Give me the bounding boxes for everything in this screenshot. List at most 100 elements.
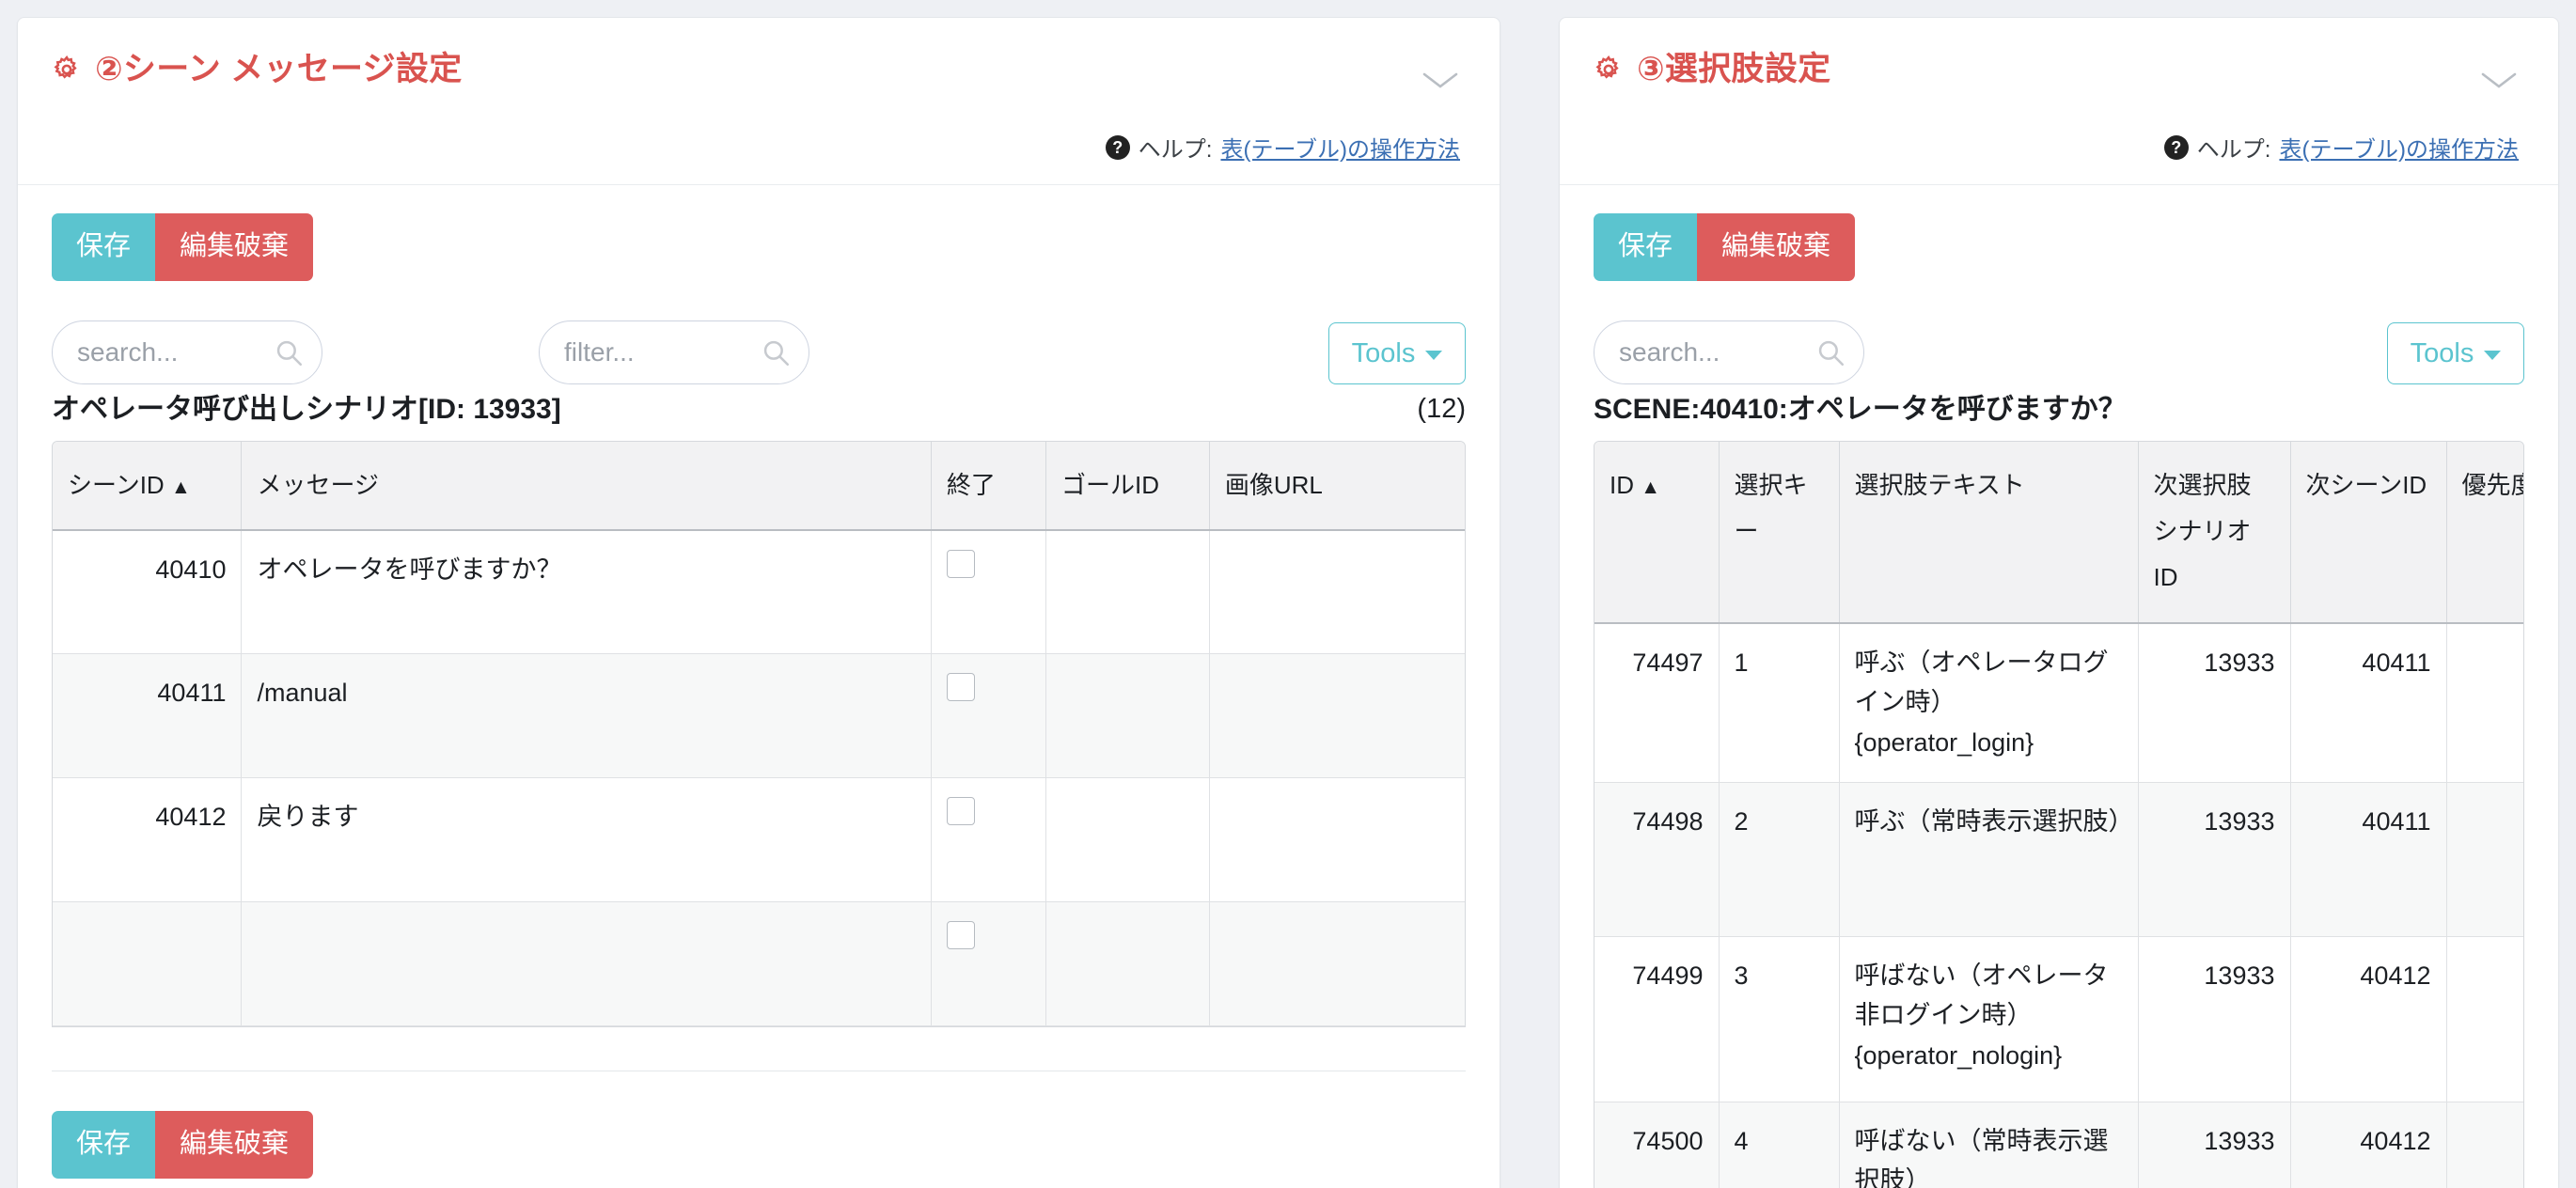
end-checkbox[interactable]	[946, 921, 975, 950]
cell-next-scene-id[interactable]: 40411	[2290, 622, 2447, 783]
cell-choice-key[interactable]: 1	[1719, 622, 1840, 783]
column-header-message[interactable]: メッセージ	[241, 441, 932, 531]
column-header-end[interactable]: 終了	[931, 441, 1047, 531]
table-row[interactable]: 40412 戻ります	[53, 777, 1465, 903]
cell-priority[interactable]: 0	[2446, 622, 2523, 783]
table-row[interactable]: 40410 オペレータを呼びますか？	[53, 529, 1465, 655]
search-icon	[760, 336, 792, 368]
search-placeholder: search...	[1619, 337, 1720, 367]
table-row[interactable]: 74498 2 呼ぶ（常時表示選択肢） 13933 40411 0	[1594, 782, 2523, 937]
cell-end[interactable]	[931, 653, 1047, 779]
table-row[interactable]: 74499 3 呼ばない（オペレータ非ログイン時）{operator_nolog…	[1594, 936, 2523, 1102]
cell-id[interactable]: 74498	[1594, 782, 1720, 937]
tools-label: Tools	[1351, 337, 1416, 368]
cell-message[interactable]	[241, 901, 932, 1027]
cell-image-url[interactable]	[1209, 777, 1465, 903]
cell-choice-text[interactable]: 呼ばない（常時表示選択肢）	[1839, 1102, 2139, 1188]
right-table-caption-text: SCENE:40410:オペレータを呼びますか？	[1594, 394, 2127, 425]
discard-button[interactable]: 編集破棄	[1697, 213, 1856, 281]
cell-end[interactable]	[931, 777, 1047, 903]
cell-goal-id[interactable]	[1045, 777, 1210, 903]
cell-image-url[interactable]	[1209, 901, 1465, 1027]
cell-priority[interactable]: 0	[2446, 1102, 2523, 1188]
end-checkbox[interactable]	[946, 673, 975, 702]
cell-id[interactable]: 74497	[1594, 622, 1720, 783]
cell-message[interactable]: オペレータを呼びますか？	[241, 529, 932, 655]
page-title: ③選択肢設定	[1637, 51, 1831, 87]
cell-scene-id[interactable]: 40410	[53, 529, 243, 655]
column-header-next-scene-id[interactable]: 次シーンID	[2290, 441, 2447, 624]
tools-button[interactable]: Tools	[1328, 322, 1466, 384]
chevron-down-icon[interactable]	[1419, 67, 1462, 93]
column-label-line2: シナリオID	[2153, 516, 2252, 592]
filter-input[interactable]: filter...	[539, 320, 809, 384]
save-button[interactable]: 保存	[52, 213, 156, 281]
cell-next-scenario-id[interactable]: 13933	[2138, 782, 2291, 937]
table-header-row: シーンID ▲ メッセージ 終了 ゴールID 画像URL	[53, 441, 1465, 531]
table-row[interactable]	[53, 901, 1465, 1027]
right-panel-body: 保存 編集破棄 search... Tools SCENE:40410:オペレー…	[1560, 185, 2558, 1188]
cell-priority[interactable]: 0	[2446, 782, 2523, 937]
cell-next-scene-id[interactable]: 40412	[2290, 1102, 2447, 1188]
tools-button[interactable]: Tools	[2387, 322, 2524, 384]
column-header-goal-id[interactable]: ゴールID	[1045, 441, 1210, 531]
cell-choice-text[interactable]: 呼ぶ（常時表示選択肢）	[1839, 782, 2139, 937]
cell-scene-id[interactable]: 40411	[53, 653, 243, 779]
left-top-action-group: 保存 編集破棄	[52, 213, 314, 281]
cell-goal-id[interactable]	[1045, 901, 1210, 1027]
help-link[interactable]: 表(テーブル)の操作方法	[1220, 131, 1460, 164]
discard-button[interactable]: 編集破棄	[155, 213, 314, 281]
column-label: ID	[1610, 470, 1634, 499]
cell-next-scene-id[interactable]: 40412	[2290, 936, 2447, 1102]
save-button-bottom[interactable]: 保存	[52, 1111, 156, 1180]
column-header-image-url[interactable]: 画像URL	[1209, 441, 1465, 531]
cell-image-url[interactable]	[1209, 653, 1465, 779]
table-row[interactable]: 74497 1 呼ぶ（オペレータログイン時）{operator_login} 1…	[1594, 622, 2523, 783]
cell-end[interactable]	[931, 529, 1047, 655]
column-header-id[interactable]: ID ▲	[1594, 441, 1720, 624]
cell-image-url[interactable]	[1209, 529, 1465, 655]
cell-next-scenario-id[interactable]: 13933	[2138, 622, 2291, 783]
search-icon	[273, 336, 305, 368]
cell-priority[interactable]: 0	[2446, 936, 2523, 1102]
page-root: ②シーン メッセージ設定 ? ヘルプ: 表(テーブル)の操作方法 保存 編集破棄	[0, 0, 2576, 1188]
help-link[interactable]: 表(テーブル)の操作方法	[2279, 131, 2519, 164]
chevron-down-icon	[2484, 351, 2502, 360]
cell-id[interactable]: 74499	[1594, 936, 1720, 1102]
cell-scene-id[interactable]	[53, 901, 243, 1027]
table-header-row: ID ▲ 選択キー 選択肢テキスト 次選択肢 シナリオID 次シーンID 優先	[1594, 441, 2523, 624]
cell-choice-text[interactable]: 呼ばない（オペレータ非ログイン時）{operator_nologin}	[1839, 936, 2139, 1102]
save-button[interactable]: 保存	[1594, 213, 1698, 281]
cell-scene-id[interactable]: 40412	[53, 777, 243, 903]
discard-button-bottom[interactable]: 編集破棄	[155, 1111, 314, 1180]
choice-settings-panel: ③選択肢設定 ? ヘルプ: 表(テーブル)の操作方法 保存 編集破棄 searc…	[1559, 17, 2559, 1188]
column-header-choice-text[interactable]: 選択肢テキスト	[1839, 441, 2139, 624]
left-panel-title-row: ②シーン メッセージ設定	[52, 50, 1462, 89]
scene-message-settings-panel: ②シーン メッセージ設定 ? ヘルプ: 表(テーブル)の操作方法 保存 編集破棄	[17, 17, 1500, 1188]
cell-next-scenario-id[interactable]: 13933	[2138, 1102, 2291, 1188]
cell-choice-key[interactable]: 3	[1719, 936, 1840, 1102]
cell-end[interactable]	[931, 901, 1047, 1027]
chevron-down-icon[interactable]	[2477, 67, 2521, 93]
column-header-next-scenario-id[interactable]: 次選択肢 シナリオID	[2138, 441, 2291, 624]
cell-next-scenario-id[interactable]: 13933	[2138, 936, 2291, 1102]
cell-goal-id[interactable]	[1045, 653, 1210, 779]
right-controls-row: search... Tools	[1594, 320, 2524, 390]
end-checkbox[interactable]	[946, 549, 975, 578]
column-header-scene-id[interactable]: シーンID ▲	[53, 441, 243, 531]
cell-message[interactable]: /manual	[241, 653, 932, 779]
search-input[interactable]: search...	[52, 320, 322, 384]
cell-next-scene-id[interactable]: 40411	[2290, 782, 2447, 937]
search-input[interactable]: search...	[1594, 320, 1864, 384]
column-header-choice-key[interactable]: 選択キー	[1719, 441, 1840, 624]
cell-id[interactable]: 74500	[1594, 1102, 1720, 1188]
end-checkbox[interactable]	[946, 797, 975, 826]
column-header-priority[interactable]: 優先度	[2446, 441, 2523, 624]
table-row[interactable]: 40411 /manual	[53, 653, 1465, 779]
cell-goal-id[interactable]	[1045, 529, 1210, 655]
cell-choice-key[interactable]: 2	[1719, 782, 1840, 937]
cell-choice-text[interactable]: 呼ぶ（オペレータログイン時）{operator_login}	[1839, 622, 2139, 783]
table-row[interactable]: 74500 4 呼ばない（常時表示選択肢） 13933 40412 0	[1594, 1102, 2523, 1188]
cell-message[interactable]: 戻ります	[241, 777, 932, 903]
cell-choice-key[interactable]: 4	[1719, 1102, 1840, 1188]
